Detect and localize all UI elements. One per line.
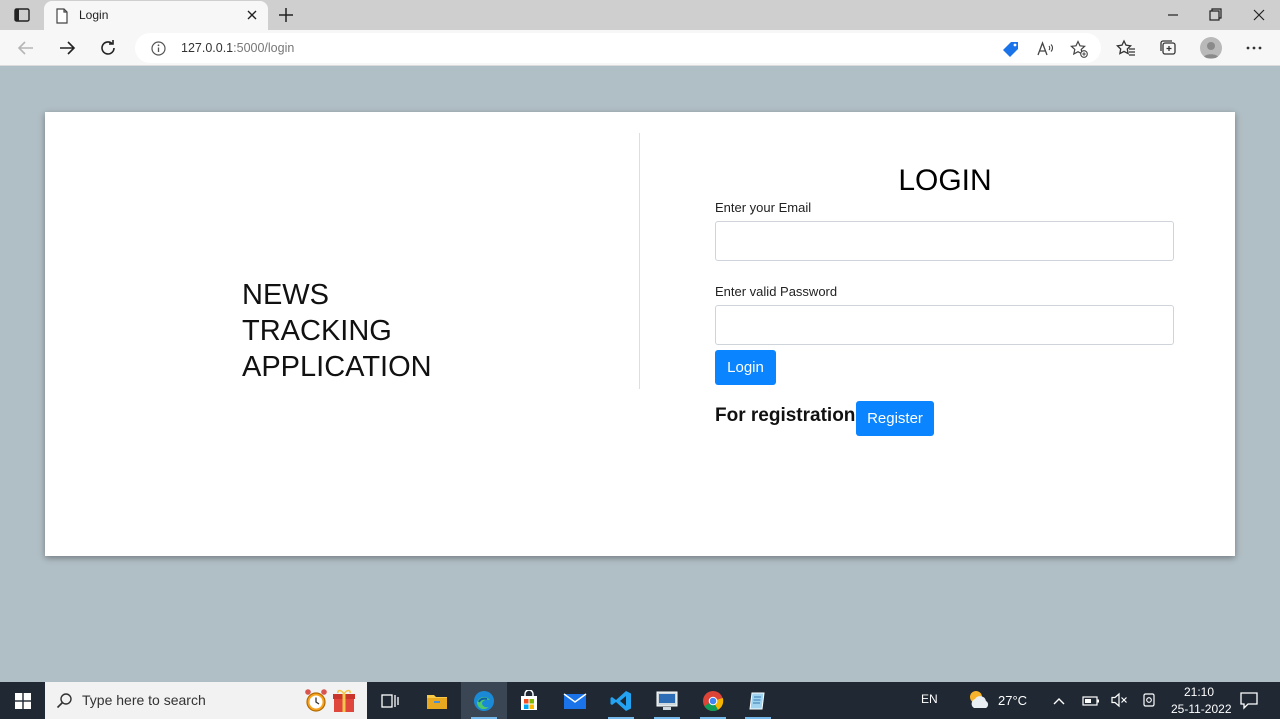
refresh-icon[interactable] — [98, 38, 118, 58]
more-menu-icon[interactable] — [1244, 38, 1264, 58]
clock-time[interactable]: 21:10 — [1184, 685, 1214, 699]
add-favorite-icon[interactable] — [1070, 40, 1088, 58]
page-favicon-icon — [55, 8, 69, 28]
app-name: NEWS TRACKING APPLICATION — [242, 277, 432, 385]
clock-date[interactable]: 25-11-2022 — [1171, 702, 1232, 716]
tab-strip: Login — [0, 0, 1280, 30]
remote-desktop-icon[interactable] — [644, 682, 690, 719]
windows-start-icon[interactable] — [0, 682, 45, 719]
tab-actions-icon[interactable] — [8, 5, 36, 25]
minimize-icon[interactable] — [1162, 5, 1184, 25]
password-label: Enter valid Password — [715, 284, 838, 299]
site-info-icon[interactable] — [151, 41, 166, 60]
back-icon[interactable] — [16, 38, 36, 58]
language-indicator[interactable]: EN — [921, 692, 938, 706]
notifications-icon[interactable] — [1239, 691, 1259, 714]
restore-icon[interactable] — [1204, 5, 1226, 25]
email-label: Enter your Email — [715, 200, 812, 215]
app-name-line: TRACKING — [242, 315, 392, 347]
search-icon — [56, 692, 73, 713]
gift-icon — [332, 688, 356, 717]
volume-muted-icon[interactable] — [1110, 692, 1128, 712]
read-aloud-icon[interactable] — [1036, 40, 1054, 58]
vscode-icon[interactable] — [598, 682, 644, 719]
forward-icon[interactable] — [57, 38, 77, 58]
temperature[interactable]: 27°C — [998, 693, 1027, 708]
microsoft-store-icon[interactable] — [506, 682, 552, 719]
tab-title: Login — [79, 8, 109, 22]
new-tab-icon[interactable] — [276, 5, 296, 25]
weather-icon[interactable] — [966, 688, 992, 716]
password-field[interactable] — [715, 305, 1174, 345]
collections-icon[interactable] — [1158, 38, 1178, 58]
address-bar[interactable]: 127.0.0.1:5000/login — [135, 33, 1101, 63]
alarm-clock-icon — [304, 688, 328, 717]
browser-tab[interactable]: Login — [44, 1, 268, 30]
close-window-icon[interactable] — [1248, 5, 1270, 25]
battery-icon[interactable] — [1082, 693, 1100, 712]
search-placeholder: Type here to search — [82, 692, 206, 708]
email-field[interactable] — [715, 221, 1174, 261]
app-name-line: NEWS — [242, 279, 329, 311]
taskbar: Type here to search EN 27°C 21:10 25-11-… — [0, 682, 1280, 719]
favorites-icon[interactable] — [1115, 38, 1136, 58]
login-card: NEWS TRACKING APPLICATION LOGIN Enter yo… — [45, 112, 1235, 556]
app-name-line: APPLICATION — [242, 351, 432, 383]
meet-now-icon[interactable] — [1141, 692, 1159, 712]
file-explorer-icon[interactable] — [414, 682, 460, 719]
profile-avatar-icon[interactable] — [1200, 37, 1222, 59]
url-host: 127.0.0.1 — [181, 41, 234, 55]
edge-taskbar-icon[interactable] — [461, 682, 507, 719]
browser-toolbar: 127.0.0.1:5000/login — [0, 30, 1280, 66]
login-heading: LOGIN — [898, 164, 992, 197]
shopping-tag-icon[interactable] — [1002, 40, 1020, 58]
chrome-icon[interactable] — [690, 682, 736, 719]
mail-icon[interactable] — [552, 682, 598, 719]
vertical-divider — [639, 133, 640, 389]
notepad-icon[interactable] — [735, 682, 781, 719]
show-hidden-icons-icon[interactable] — [1052, 693, 1066, 712]
register-button[interactable]: Register — [856, 401, 934, 436]
login-button[interactable]: Login — [715, 350, 776, 385]
url-text[interactable]: 127.0.0.1:5000/login — [181, 41, 294, 55]
url-path: :5000/login — [233, 41, 295, 55]
task-view-icon[interactable] — [367, 682, 413, 719]
registration-text: For registration — [715, 405, 856, 426]
close-tab-icon[interactable] — [244, 7, 260, 23]
taskbar-search-box[interactable]: Type here to search — [45, 682, 367, 719]
